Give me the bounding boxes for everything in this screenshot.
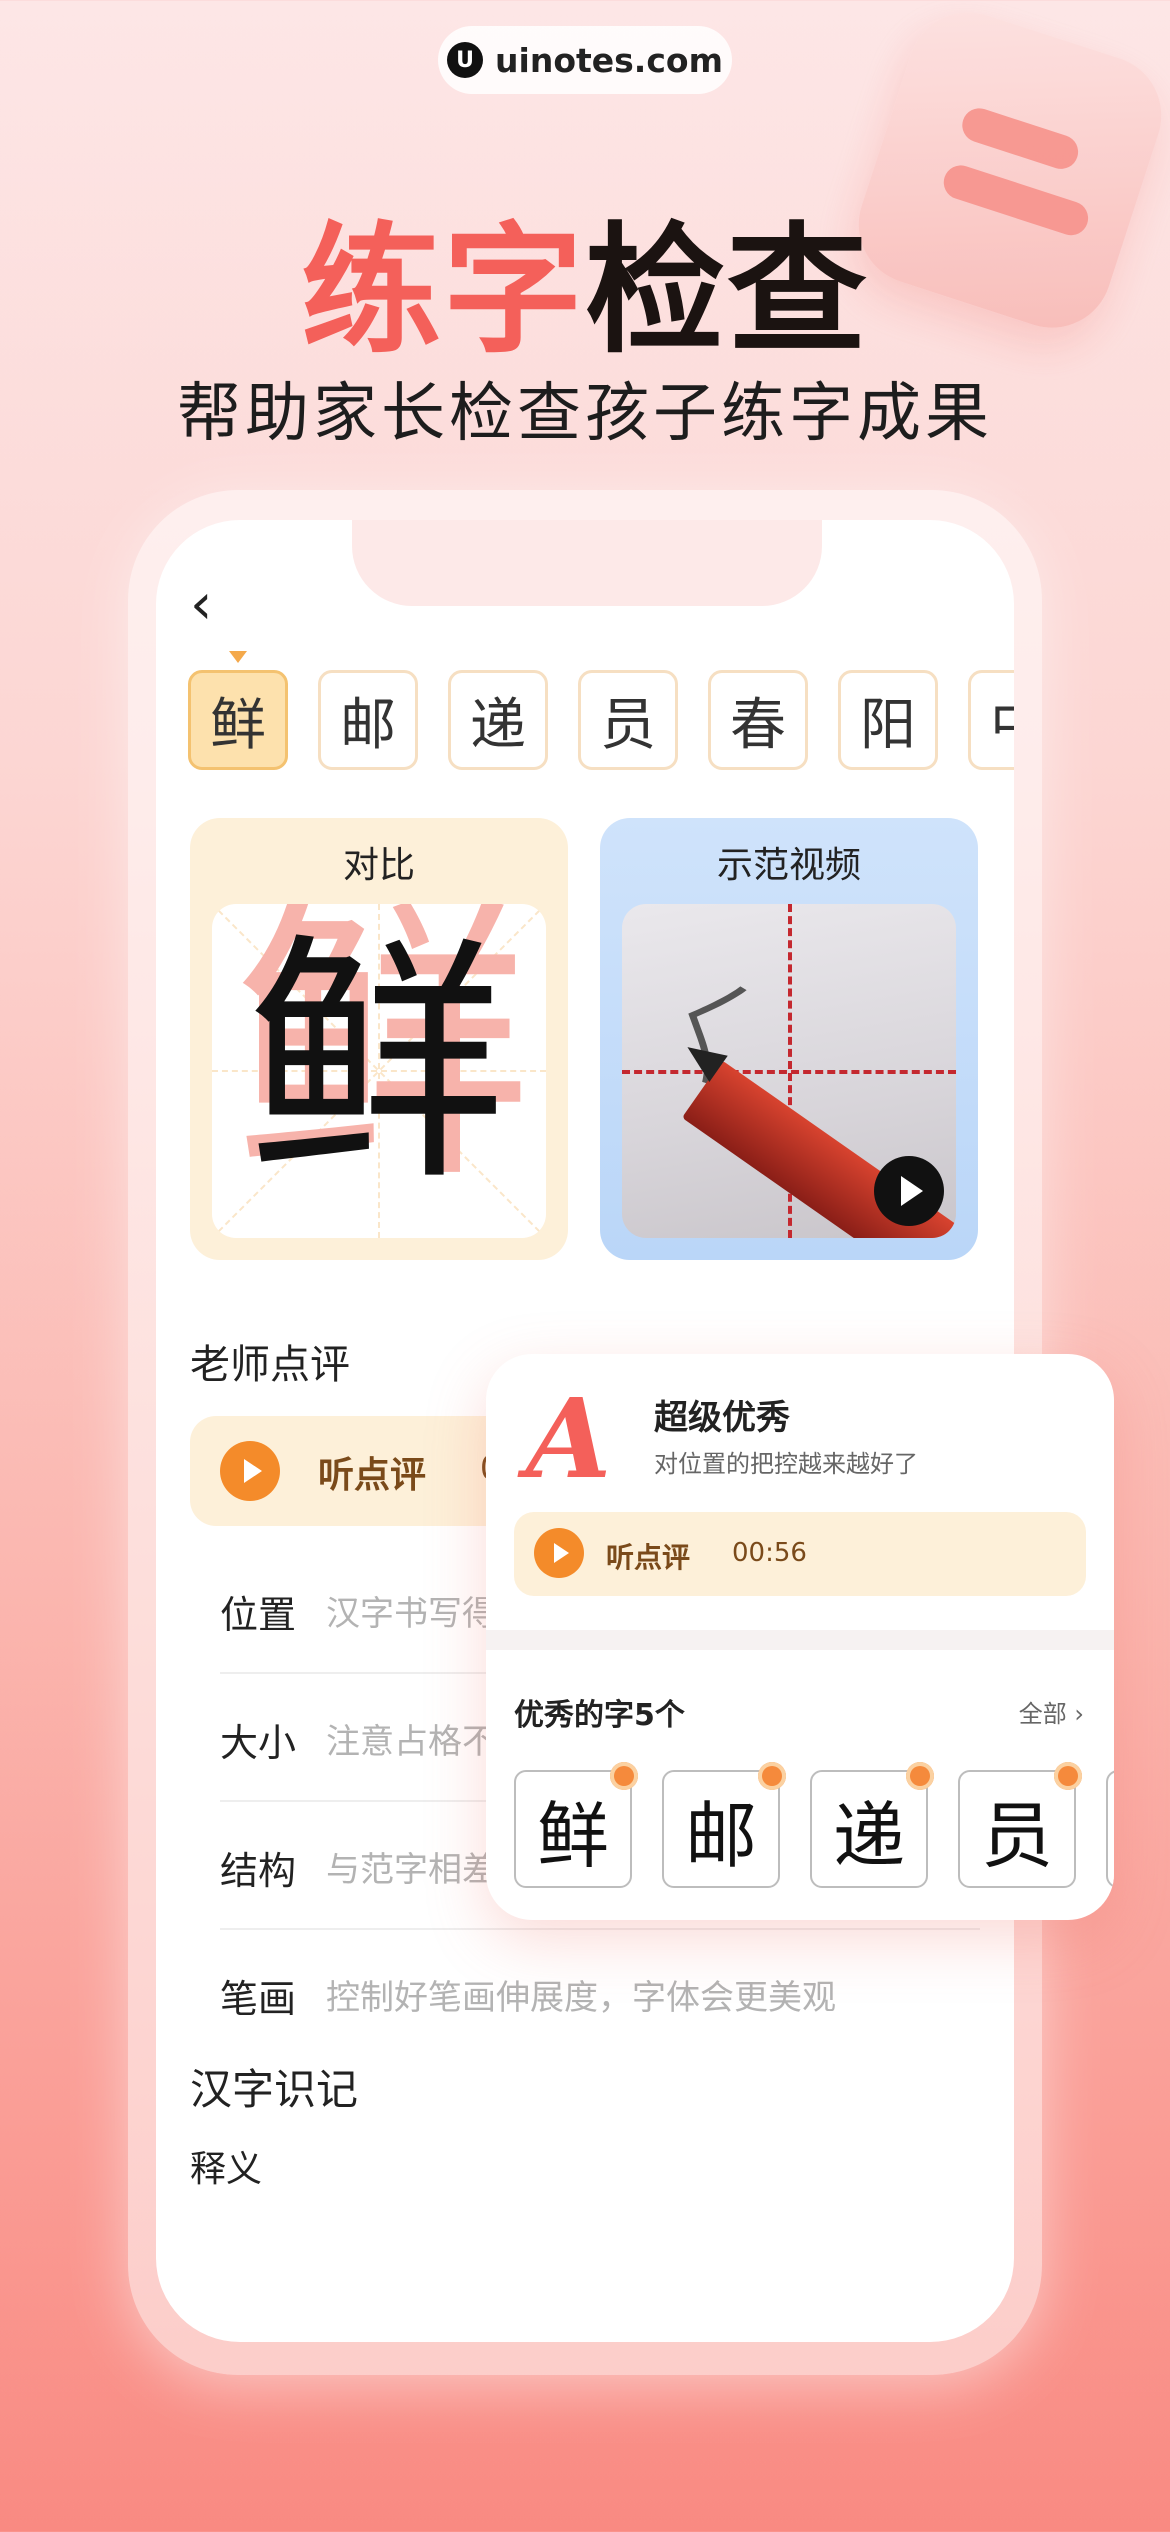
popup-listen-label: 听点评: [606, 1541, 691, 1574]
hero-title-dark: 检查: [585, 210, 870, 373]
meaning-label: 释义: [190, 2149, 263, 2190]
grade-letter: A: [526, 1374, 612, 1503]
char-tab-7[interactable]: 中: [968, 670, 1014, 770]
video-card-title: 示范视频: [716, 845, 861, 886]
excellent-char[interactable]: 鲜: [514, 1762, 638, 1888]
review-key: 位置: [220, 1593, 297, 1637]
watermark-text: uinotes.com: [495, 40, 723, 80]
excellent-char-partial[interactable]: [1106, 1770, 1114, 1888]
review-key: 结构: [220, 1849, 297, 1893]
u-logo-icon: U: [447, 42, 484, 78]
play-icon[interactable]: [874, 1156, 944, 1226]
teacher-review-title: 老师点评: [190, 1342, 350, 1388]
review-value: 注意占格不: [326, 1722, 496, 1762]
listen-review-label: 听点评: [318, 1455, 427, 1496]
excellent-char[interactable]: 员: [958, 1762, 1082, 1888]
watermark-badge: U uinotes.com: [438, 26, 732, 94]
char-tab-6[interactable]: 阳: [838, 670, 938, 770]
excellent-char-text: 邮: [684, 1793, 757, 1878]
grade-title: 超级优秀: [654, 1398, 790, 1438]
phone-notch: [352, 520, 822, 606]
review-row-strokes: 笔画 控制好笔画伸展度，字体会更美观: [220, 1928, 980, 2056]
character-study-title: 汉字识记: [190, 2065, 359, 2114]
excellent-char-text: 鲜: [536, 1793, 609, 1878]
excellent-char[interactable]: 递: [810, 1762, 934, 1888]
excellent-char-text: 递: [832, 1793, 905, 1878]
compare-card[interactable]: 对比 鲜 鲜: [190, 818, 568, 1260]
compare-grid: 鲜 鲜: [212, 904, 546, 1238]
divider: [486, 1630, 1114, 1650]
review-value: 汉字书写得: [326, 1594, 496, 1634]
character-tabs: 鲜 邮 递 员 春 阳 中: [188, 651, 1014, 770]
char-tab-5[interactable]: 春: [708, 670, 808, 770]
play-circle-icon[interactable]: [534, 1528, 584, 1578]
flower-badge-icon: [906, 1762, 934, 1790]
excellent-char[interactable]: 邮: [662, 1762, 786, 1888]
see-all-link[interactable]: 全部 ›: [1019, 1694, 1084, 1729]
hero-subtitle: 帮助家长检查孩子练字成果: [177, 377, 993, 451]
popup-listen-bar[interactable]: 听点评 00:56: [514, 1512, 1086, 1596]
hero-title: 练字检查: [0, 178, 1170, 380]
excellent-char-text: 员: [980, 1793, 1053, 1878]
play-circle-icon[interactable]: [220, 1441, 280, 1501]
review-value: 与范字相差: [326, 1850, 496, 1890]
review-key: 笔画: [220, 1977, 297, 2021]
grade-description: 对位置的把控越来越好了: [654, 1450, 918, 1478]
flower-badge-icon: [1054, 1762, 1082, 1790]
char-tab-3[interactable]: 递: [448, 670, 548, 770]
char-tab-2[interactable]: 邮: [318, 670, 418, 770]
excellent-chars-list: 鲜 邮 递 员: [514, 1762, 1114, 1888]
review-key: 大小: [220, 1721, 297, 1765]
char-tab-1[interactable]: 鲜: [188, 651, 288, 770]
flower-badge-icon: [758, 1762, 786, 1790]
popup-listen-time: 00:56: [732, 1538, 807, 1568]
video-card[interactable]: 示范视频 ⺁: [600, 818, 978, 1260]
evaluation-popup-card: A 超级优秀 对位置的把控越来越好了 听点评 00:56 优秀的字5个 全部 ›…: [486, 1354, 1114, 1920]
written-character: 鲜: [246, 913, 506, 1215]
compare-card-title: 对比: [342, 845, 415, 886]
flower-badge-icon: [610, 1762, 638, 1790]
excellent-chars-title: 优秀的字5个: [514, 1698, 685, 1733]
video-thumbnail[interactable]: ⺁: [622, 904, 956, 1238]
hero-title-red: 练字: [300, 210, 585, 373]
review-value: 控制好笔画伸展度，字体会更美观: [326, 1978, 836, 2018]
char-tab-4[interactable]: 员: [578, 670, 678, 770]
chevron-left-icon[interactable]: ‹: [190, 572, 212, 637]
